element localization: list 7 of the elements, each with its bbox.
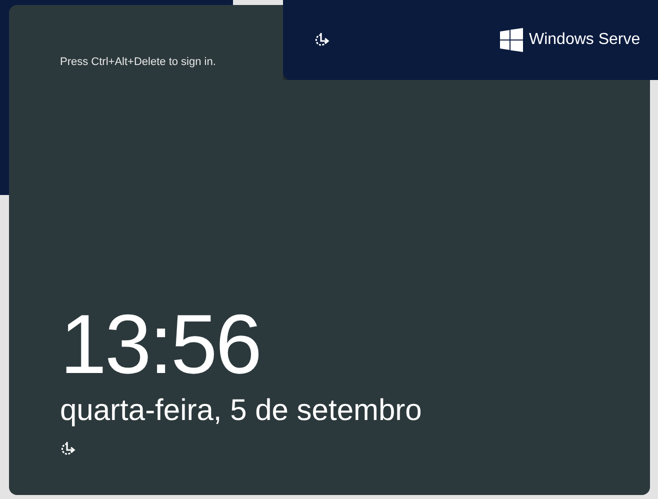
accessibility-icon[interactable] [314,32,330,48]
accessibility-icon[interactable] [60,441,76,457]
logo-icon [500,28,523,52]
product-name: Windows Serve [529,31,640,49]
sign-in-prompt: Press Ctrl+Alt+Delete to sign in. [60,56,217,68]
clock-time: 13:56 [60,302,262,386]
date-text: quarta-feira, 5 de setembro [60,394,423,427]
